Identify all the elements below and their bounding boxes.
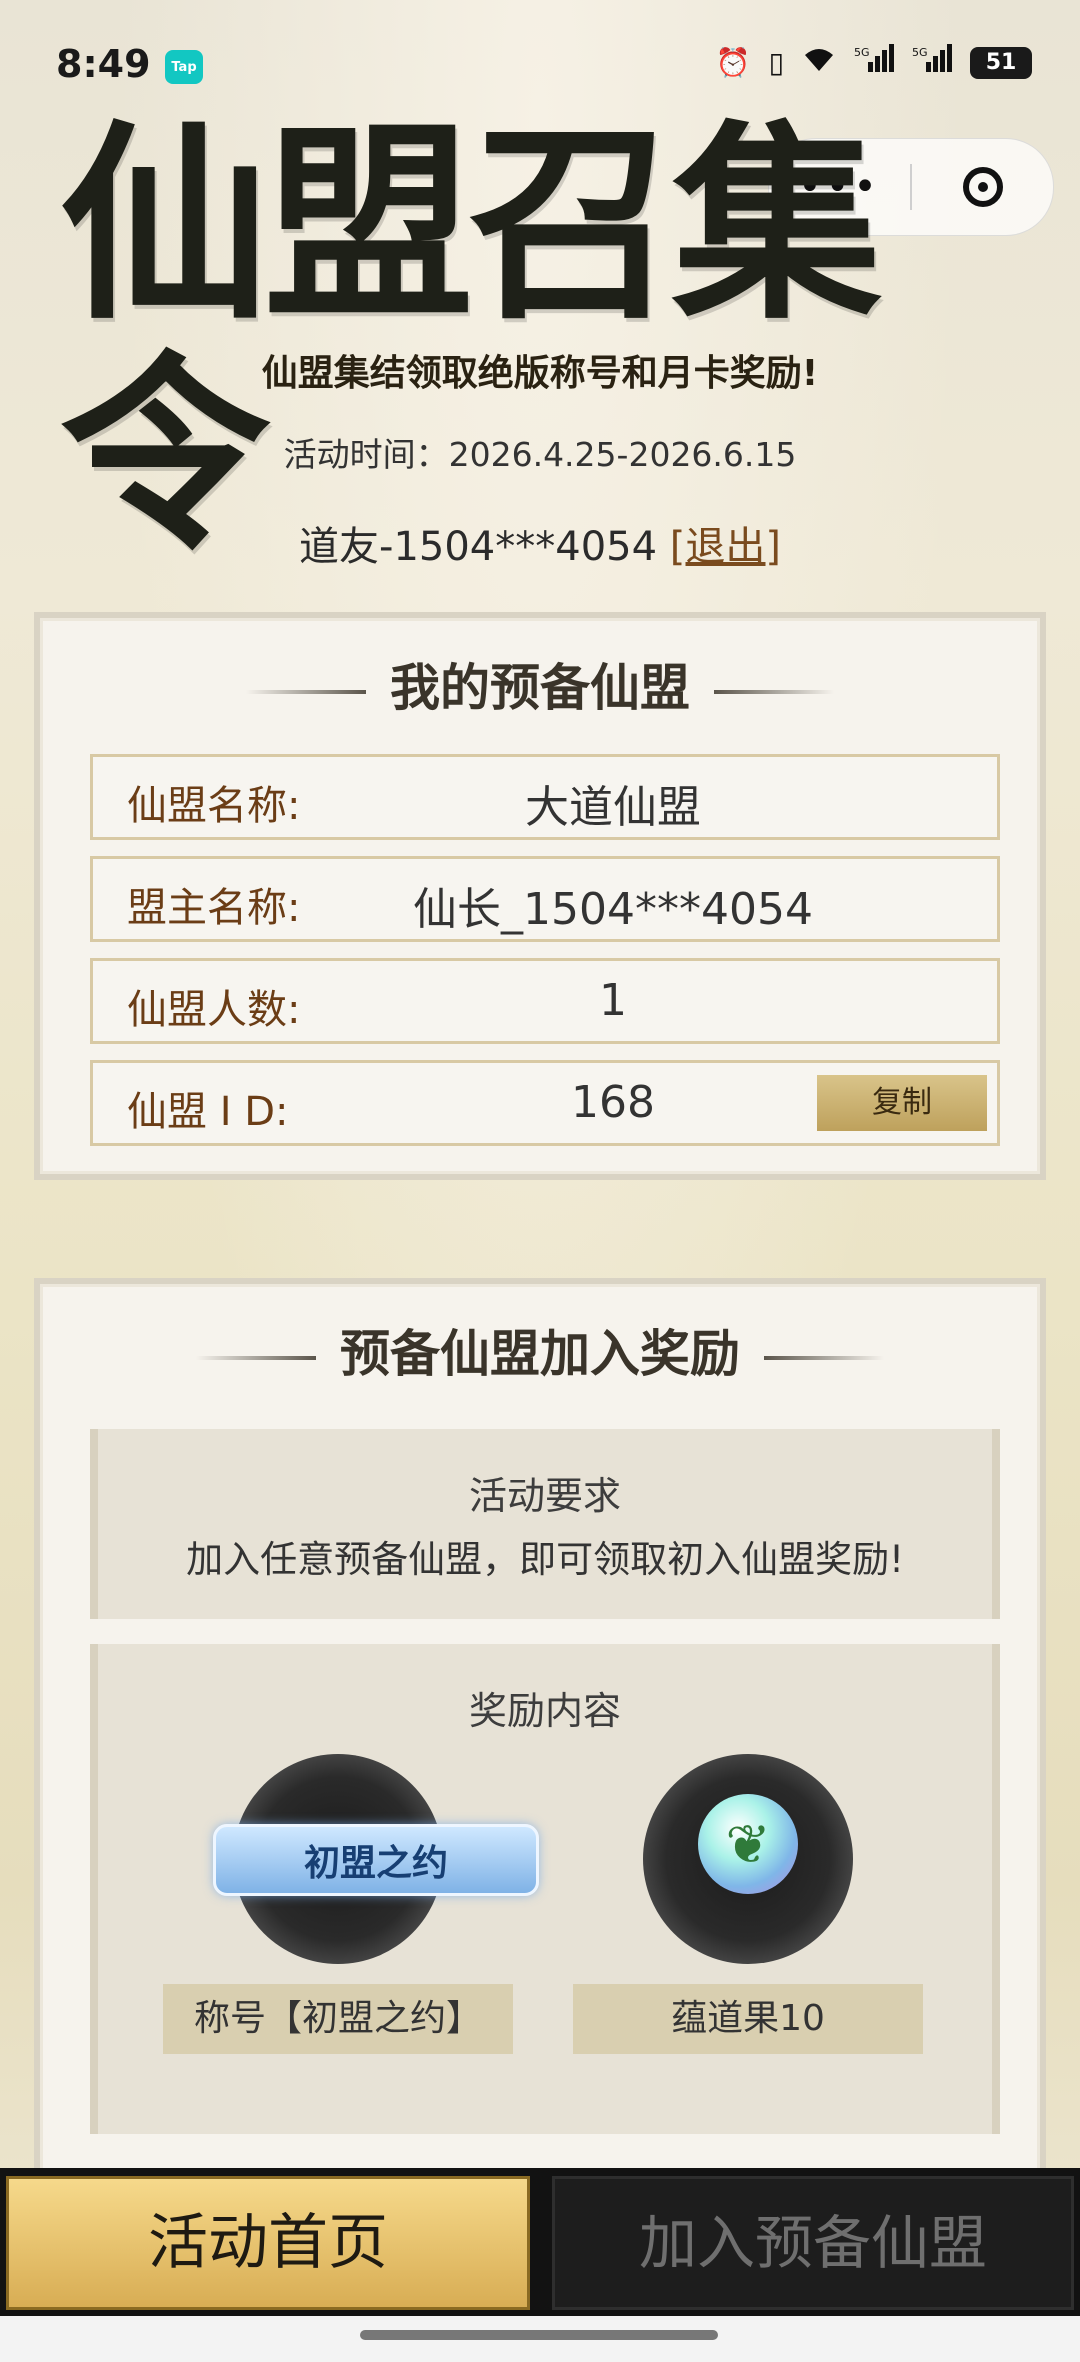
banner-subtitle: 仙盟集结领取绝版称号和月卡奖励! — [261, 353, 819, 394]
reward-item-title: 初盟之约 称号【初盟之约】 — [163, 1754, 539, 2054]
tab-activity-home[interactable]: 活动首页 — [6, 2176, 530, 2310]
user-name: 道友-1504***4054 — [299, 524, 658, 570]
member-count-label: 仙盟人数: — [127, 987, 301, 1033]
bottom-nav: 活动首页 加入预备仙盟 — [0, 2168, 1080, 2316]
target-icon — [962, 167, 1003, 207]
ink-circle-background: 初盟之约 — [213, 1754, 539, 1964]
title-decoration-left — [196, 1356, 316, 1360]
title-badge-icon: 初盟之约 — [213, 1824, 539, 1896]
alliance-name-value: 大道仙盟 — [525, 782, 701, 833]
reward-item-fruit: ❦ 蕴道果10 — [573, 1754, 923, 2054]
signal-5g-icon: 5G — [912, 44, 952, 81]
reward-title: 奖励内容 — [468, 1689, 621, 1733]
svg-text:5G: 5G — [854, 46, 870, 59]
vibrate-icon: ▯ — [768, 46, 784, 79]
member-count-value: 1 — [599, 975, 627, 1026]
alliance-name-label: 仙盟名称: — [127, 783, 301, 829]
alliance-name-row: 仙盟名称: 大道仙盟 — [90, 754, 1000, 840]
battery-icon: 51 — [970, 46, 1032, 79]
alliance-id-value: 168 — [571, 1077, 655, 1128]
status-icons: ⏰ ▯ 5G 5G 51 — [716, 44, 1032, 81]
copy-id-button[interactable]: 复制 — [817, 1075, 987, 1131]
wifi-icon — [802, 45, 836, 80]
status-time: 8:49 — [56, 42, 151, 86]
banner-title-art: 仙盟召集令 — [60, 101, 882, 578]
alliance-id-row: 仙盟 I D: 168 复制 — [90, 1060, 1000, 1146]
activity-time: 活动时间：2026.4.25-2026.6.15 — [283, 435, 797, 474]
my-alliance-title: 我的预备仙盟 — [40, 648, 1040, 720]
leader-name-label: 盟主名称: — [127, 885, 301, 931]
requirement-title: 活动要求 — [468, 1474, 621, 1518]
user-line: 道友-1504***4054 [退出] — [0, 514, 1080, 572]
requirement-card: 活动要求 加入任意预备仙盟，即可领取初入仙盟奖励! — [90, 1429, 1000, 1619]
join-reward-panel: 预备仙盟加入奖励 活动要求 加入任意预备仙盟，即可领取初入仙盟奖励! 奖励内容 … — [34, 1278, 1046, 2178]
alarm-icon: ⏰ — [715, 46, 751, 79]
title-decoration-right — [714, 690, 834, 694]
tap-app-icon: Tap — [165, 50, 203, 84]
tab-join-alliance[interactable]: 加入预备仙盟 — [552, 2176, 1074, 2310]
reward-label: 蕴道果10 — [573, 1984, 923, 2054]
ink-circle-background: ❦ — [643, 1754, 853, 1964]
spirit-fruit-icon: ❦ — [698, 1794, 798, 1894]
signal-5g-icon: 5G — [854, 44, 894, 81]
leader-name-value: 仙长_1504***4054 — [413, 884, 813, 935]
svg-text:5G: 5G — [912, 46, 928, 59]
home-indicator[interactable] — [360, 2330, 718, 2340]
join-reward-title: 预备仙盟加入奖励 — [40, 1314, 1040, 1386]
requirement-text: 加入任意预备仙盟，即可领取初入仙盟奖励! — [186, 1538, 904, 1581]
member-count-row: 仙盟人数: 1 — [90, 958, 1000, 1044]
title-decoration-right — [764, 1356, 884, 1360]
reward-card: 奖励内容 初盟之约 称号【初盟之约】 ❦ 蕴道果10 — [90, 1644, 1000, 2134]
logout-link[interactable]: [退出] — [670, 524, 781, 570]
my-alliance-title-text: 我的预备仙盟 — [390, 658, 690, 717]
my-alliance-panel: 我的预备仙盟 仙盟名称: 大道仙盟 盟主名称: 仙长_1504***4054 仙… — [34, 612, 1046, 1180]
title-decoration-left — [246, 690, 366, 694]
join-reward-title-text: 预备仙盟加入奖励 — [340, 1324, 740, 1383]
alliance-id-label: 仙盟 I D: — [127, 1089, 289, 1135]
reward-label: 称号【初盟之约】 — [163, 1984, 513, 2054]
leader-name-row: 盟主名称: 仙长_1504***4054 — [90, 856, 1000, 942]
